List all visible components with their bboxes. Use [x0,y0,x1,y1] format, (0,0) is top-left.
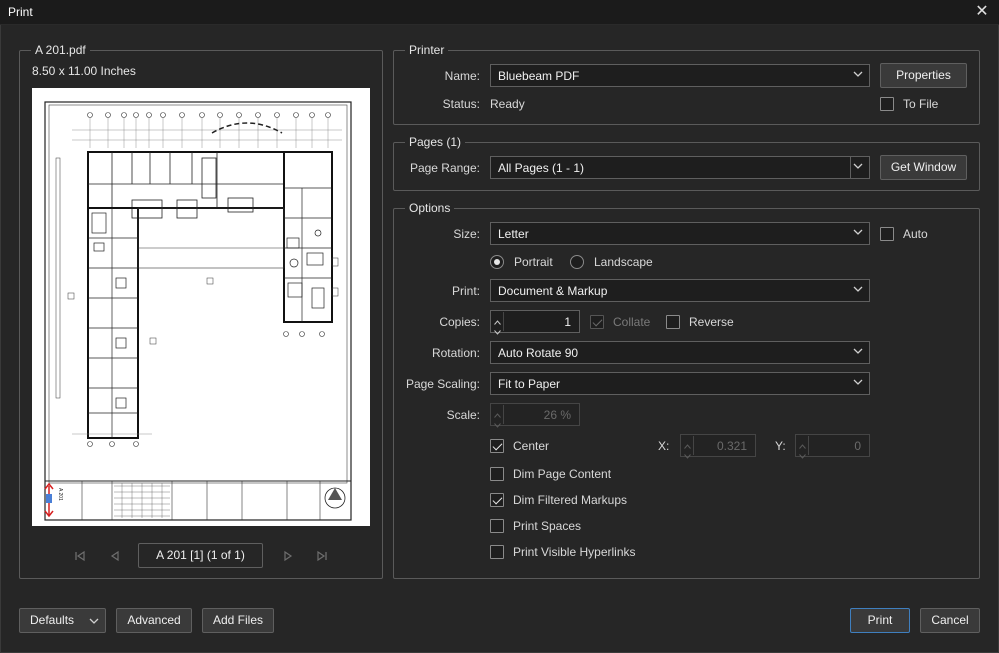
pages-legend: Pages (1) [405,135,466,149]
copies-value: 1 [564,315,571,329]
auto-checkbox[interactable] [880,227,894,241]
chevron-down-icon [853,379,863,385]
reverse-label: Reverse [689,315,734,329]
page-scaling-value: Fit to Paper [498,377,561,391]
print-visible-hyperlinks-label: Print Visible Hyperlinks [513,545,636,559]
next-page-icon[interactable] [281,549,295,563]
printer-legend: Printer [405,43,449,57]
defaults-button[interactable]: Defaults [19,608,106,633]
properties-button[interactable]: Properties [880,63,967,88]
options-legend: Options [405,201,455,215]
print-content-select[interactable]: Document & Markup [490,279,870,302]
center-checkbox[interactable] [490,439,504,453]
window-title: Print [8,5,33,19]
sheet-number-text: A 201 [57,488,63,501]
print-button[interactable]: Print [850,608,910,633]
page-range-select[interactable]: All Pages (1 - 1) [490,156,870,179]
print-visible-hyperlinks-checkbox[interactable] [490,545,504,559]
print-content-value: Document & Markup [498,284,608,298]
dim-filtered-markups-checkbox[interactable] [490,493,504,507]
y-offset-value: 0 [854,439,861,453]
printer-status-label: Status: [442,97,480,111]
page-scaling-label: Page Scaling: [405,377,480,391]
size-value: Letter [498,227,529,241]
chevron-down-icon [853,163,863,169]
copies-label: Copies: [439,315,480,329]
floor-plan-drawing: A 201 [44,101,352,521]
print-content-label: Print: [451,284,480,298]
cancel-button[interactable]: Cancel [920,608,980,633]
printer-name-label: Name: [444,69,480,83]
rotation-select[interactable]: Auto Rotate 90 [490,341,870,364]
scale-stepper[interactable]: 26 % [490,403,580,428]
add-files-button[interactable]: Add Files [202,608,274,633]
landscape-label: Landscape [594,255,653,269]
get-window-button[interactable]: Get Window [880,155,967,180]
print-spaces-label: Print Spaces [513,519,582,533]
rotation-value: Auto Rotate 90 [498,346,579,360]
printer-name-select[interactable]: Bluebeam PDF [490,64,870,87]
collate-label: Collate [613,315,651,329]
stepper-arrows[interactable] [492,405,504,428]
size-label: Size: [453,227,480,241]
close-button[interactable]: ✕ [973,3,991,21]
chevron-down-icon [853,348,863,354]
page-scaling-select[interactable]: Fit to Paper [490,372,870,395]
chevron-down-icon [89,618,99,624]
reverse-checkbox[interactable] [666,315,680,329]
page-range-value: All Pages (1 - 1) [498,161,585,175]
chevron-down-icon [853,229,863,235]
printer-name-value: Bluebeam PDF [498,69,580,83]
chevron-down-icon [853,286,863,292]
printer-status-value: Ready [490,97,525,111]
stepper-arrows[interactable] [492,312,504,335]
rotation-label: Rotation: [431,346,480,360]
x-offset-stepper[interactable]: 0.321 [680,434,756,459]
y-offset-stepper[interactable]: 0 [795,434,870,459]
preview-file-name: A 201.pdf [31,43,90,57]
preview-dimensions: 8.50 x 11.00 Inches [32,64,136,78]
to-file-checkbox[interactable] [880,97,894,111]
dim-filtered-markups-label: Dim Filtered Markups [513,493,628,507]
scale-value: 26 % [543,408,571,422]
dim-page-content-label: Dim Page Content [513,467,612,481]
chevron-down-icon [853,71,863,77]
last-page-icon[interactable] [315,549,329,563]
print-spaces-checkbox[interactable] [490,519,504,533]
page-indicator[interactable]: A 201 [1] (1 of 1) [138,543,263,568]
previous-page-icon[interactable] [108,549,122,563]
stepper-arrows[interactable] [682,436,694,459]
to-file-label: To File [903,97,939,111]
page-preview: A 201 [32,88,370,526]
center-label: Center [513,439,550,453]
x-offset-value: 0.321 [716,439,747,453]
page-range-label: Page Range: [409,161,480,175]
scale-label: Scale: [446,408,480,422]
stepper-arrows[interactable] [797,436,809,459]
auto-label: Auto [903,227,928,241]
portrait-label: Portrait [514,255,553,269]
size-select[interactable]: Letter [490,222,870,245]
copies-stepper[interactable]: 1 [490,310,580,335]
x-offset-label: X: [658,439,670,453]
portrait-radio[interactable] [490,255,504,269]
y-offset-label: Y: [775,439,786,453]
advanced-button[interactable]: Advanced [116,608,192,633]
first-page-icon[interactable] [73,549,87,563]
title-bar: Print ✕ [0,0,999,25]
defaults-label: Defaults [30,613,75,627]
collate-checkbox[interactable] [590,315,604,329]
close-icon: ✕ [975,3,989,20]
landscape-radio[interactable] [570,255,584,269]
dim-page-content-checkbox[interactable] [490,467,504,481]
